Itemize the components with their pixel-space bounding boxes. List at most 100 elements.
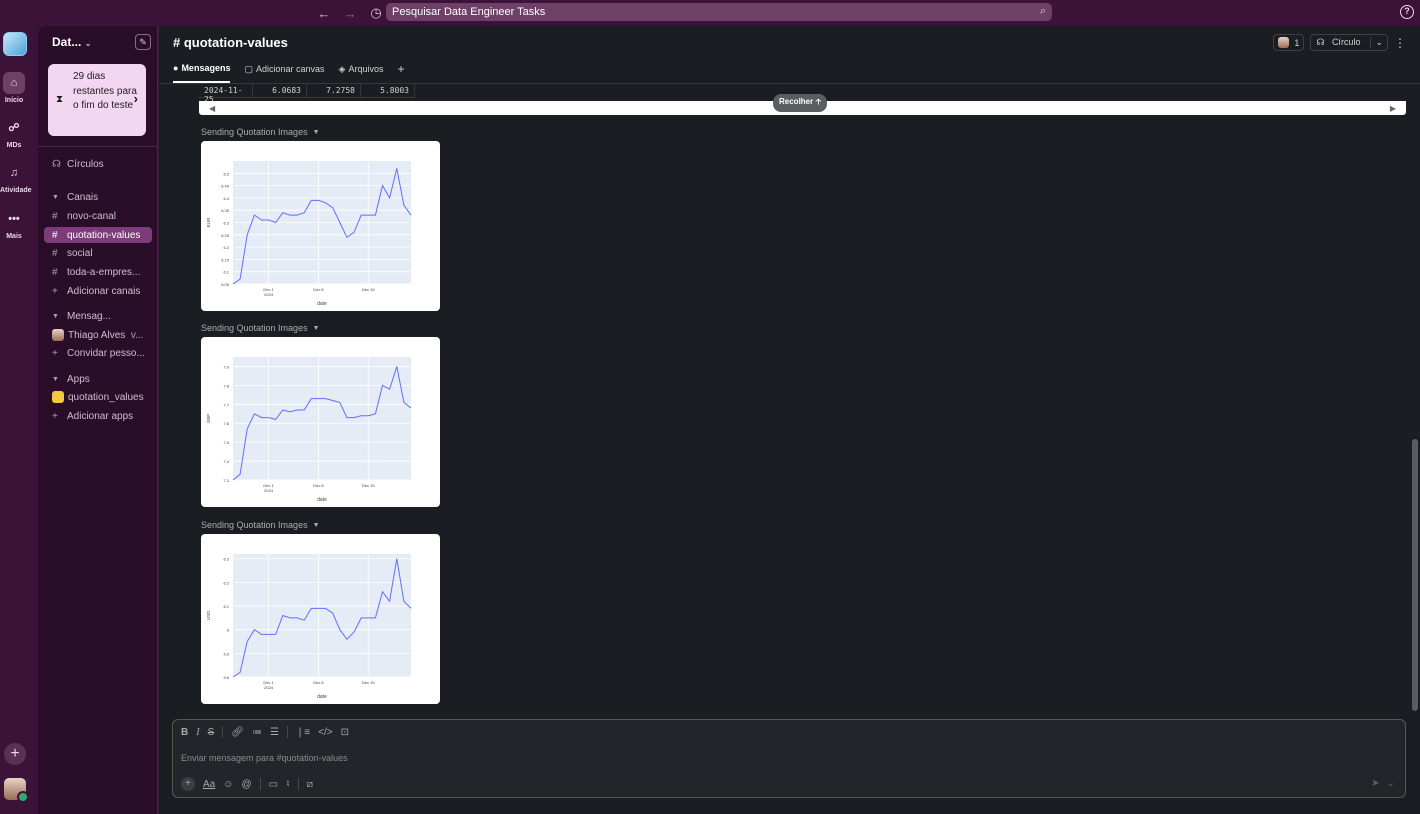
chart-image-eur[interactable]: 6.05 6.1 6.15 6.2 6.25 6.3 6.35 6.4 6.45 6.5 Dec 1…	[201, 141, 440, 311]
sidebar-item-dm-thiago[interactable]: Thiago Alves v...	[44, 327, 152, 343]
message-3: Sending Quotation Images ▼ 5.8 5.9 6 6.1 6.2 6…	[201, 520, 440, 704]
message-input[interactable]: Enviar mensagem para #quotation-values	[181, 753, 348, 763]
workspace-rail: ⌂ Início ☍ MDs ♫ Atividade ••• Mais +	[0, 26, 38, 814]
y-tick-label: 7.7	[223, 402, 229, 407]
scroll-right-icon[interactable]: ▶	[1390, 104, 1396, 113]
forward-arrow-icon[interactable]: →	[342, 5, 358, 21]
avatar	[1278, 37, 1290, 48]
plot-area	[233, 554, 411, 677]
hash-icon: #	[52, 229, 58, 241]
rail-item-activity[interactable]: ♫ Atividade	[0, 162, 32, 194]
mention-icon[interactable]: @	[241, 779, 251, 790]
help-icon[interactable]: ?	[1400, 5, 1414, 19]
rail-item-dms[interactable]: ☍ MDs	[0, 117, 28, 149]
y-tick-label: 5.8	[223, 675, 229, 680]
x-tick-label: Dec 15	[362, 483, 375, 488]
trial-banner[interactable]: ⧗ 29 dias restantes para o fim do teste …	[48, 64, 146, 136]
channels-section-header[interactable]: ▼ Canais	[44, 189, 152, 205]
rail-item-home[interactable]: ⌂ Início	[0, 72, 28, 104]
dms-section-header[interactable]: ▼ Mensag...	[44, 308, 152, 324]
headphones-icon: ☊ Círculo	[1316, 37, 1361, 47]
chart-image-usd[interactable]: 5.8 5.9 6 6.1 6.2 6.3 Dec 1 2024 Dec 8 Dec 15 date…	[201, 534, 440, 704]
microphone-icon[interactable]: ♮	[286, 779, 290, 790]
y-tick-label: 7.6	[223, 421, 229, 426]
rail-item-more[interactable]: ••• Mais	[0, 208, 28, 240]
channel-sidebar: Dat... ⌄ ✎ ⧗ 29 dias restantes para o fi…	[38, 26, 158, 814]
y-axis-label: GBP	[206, 414, 211, 424]
chevron-down-icon[interactable]: ⌄	[1387, 778, 1395, 789]
workspace-logo-icon[interactable]	[3, 32, 27, 56]
slash-command-icon[interactable]: ⧄	[307, 779, 313, 790]
code-block-icon[interactable]: ⊡	[341, 727, 349, 738]
compose-icon[interactable]: ✎	[135, 34, 151, 50]
more-dots-icon: •••	[8, 213, 20, 225]
workspace-name[interactable]: Dat... ⌄	[52, 35, 91, 49]
sidebar-item-huddles[interactable]: ☊ Círculos	[44, 156, 152, 172]
y-tick-label: 6.35	[221, 208, 230, 213]
message-label[interactable]: Sending Quotation Images ▼	[201, 127, 440, 137]
link-icon[interactable]: 🔗︎	[231, 727, 244, 738]
add-workspace-button[interactable]: +	[4, 743, 26, 765]
x-tick-label: Dec 8	[313, 680, 324, 685]
members-button[interactable]: 1	[1273, 34, 1305, 51]
sidebar-item-social[interactable]: # social	[44, 245, 152, 261]
search-input[interactable]: Pesquisar Data Engineer Tasks ⌕	[386, 3, 1052, 21]
scroll-left-icon[interactable]: ◀	[209, 104, 215, 113]
bullet-list-icon[interactable]: ☰	[270, 727, 279, 738]
vertical-scrollbar[interactable]	[1412, 439, 1418, 711]
emoji-icon[interactable]: ☺	[223, 779, 233, 790]
trial-text: 29 dias restantes para o fim do teste	[73, 71, 137, 111]
add-tab-button[interactable]: +	[397, 62, 404, 83]
video-icon[interactable]: ▭	[269, 779, 278, 790]
code-icon[interactable]: </>	[318, 727, 332, 738]
italic-icon[interactable]: I	[196, 727, 199, 738]
sidebar-item-novo-canal[interactable]: # novo-canal	[44, 208, 152, 224]
message-label[interactable]: Sending Quotation Images ▼	[201, 323, 440, 333]
chart-image-gbp[interactable]: 7.3 7.4 7.5 7.6 7.7 7.8 7.9 Dec 1 2024 Dec 8 Dec 1…	[201, 337, 440, 507]
send-icon[interactable]: ➤	[1371, 778, 1379, 789]
sidebar-item-app-quotation-values[interactable]: quotation_values	[44, 389, 152, 405]
channel-title[interactable]: # quotation-values	[173, 35, 288, 50]
bold-icon[interactable]: B	[181, 727, 188, 738]
huddle-button[interactable]: ☊ Círculo ⌄	[1310, 34, 1388, 51]
sidebar-item-toda-a-empresa[interactable]: # toda-a-empres...	[44, 264, 152, 280]
sidebar-item-quotation-values[interactable]: # quotation-values	[44, 227, 152, 243]
plus-icon: +	[52, 347, 58, 359]
history-nav: ← → ◷	[316, 5, 384, 21]
invite-people-button[interactable]: + Convidar pesso...	[44, 345, 152, 361]
more-vertical-icon[interactable]: ⋮	[1394, 36, 1406, 50]
formatting-toolbar: B I S 🔗︎ ≔ ☰ ❘≡ </> ⊡	[181, 726, 349, 738]
strikethrough-icon[interactable]: S	[208, 727, 215, 738]
x-tick-label: 2024	[264, 292, 274, 297]
add-apps-button[interactable]: + Adicionar apps	[44, 408, 152, 424]
composer-actions: + Aa ☺ @ ▭ ♮ ⧄	[181, 777, 313, 791]
blockquote-icon[interactable]: ❘≡	[296, 727, 310, 738]
x-axis-label: date	[317, 301, 327, 307]
attach-plus-icon[interactable]: +	[181, 777, 195, 791]
y-tick-label: 7.9	[223, 364, 229, 369]
add-channels-button[interactable]: + Adicionar canais	[44, 283, 152, 299]
channel-tabs: ● Mensagens ▢ Adicionar canvas ◈ Arquivos +	[173, 62, 404, 83]
user-avatar[interactable]	[4, 778, 29, 803]
y-tick-label: 6.05	[221, 282, 230, 287]
tab-add-canvas[interactable]: ▢ Adicionar canvas	[244, 62, 324, 83]
chevron-down-icon[interactable]: ⌄	[1370, 37, 1387, 48]
x-tick-label: 2024	[264, 488, 274, 493]
history-clock-icon[interactable]: ◷	[368, 5, 384, 21]
apps-section-header[interactable]: ▼ Apps	[44, 371, 152, 387]
tab-files[interactable]: ◈ Arquivos	[339, 62, 384, 83]
caret-down-icon: ▼	[52, 375, 59, 383]
caret-down-icon: ▼	[52, 193, 59, 201]
ordered-list-icon[interactable]: ≔	[252, 727, 262, 738]
message-2: Sending Quotation Images ▼ 7.3 7.4 7.5 7.6 7.…	[201, 323, 440, 507]
channel-header-actions: 1 ☊ Círculo ⌄ ⋮	[1273, 34, 1406, 51]
tab-messages[interactable]: ● Mensagens	[173, 62, 231, 83]
collapse-button[interactable]: Recolher 🡡	[773, 94, 828, 112]
y-tick-label: 7.4	[223, 459, 229, 464]
canvas-icon: ▢	[244, 63, 253, 74]
caret-down-icon: ▼	[312, 128, 320, 136]
message-label[interactable]: Sending Quotation Images ▼	[201, 520, 440, 530]
message-composer: B I S 🔗︎ ≔ ☰ ❘≡ </> ⊡ Enviar mensagem pa…	[172, 719, 1406, 798]
text-format-icon[interactable]: Aa	[203, 779, 215, 790]
back-arrow-icon[interactable]: ←	[316, 5, 332, 21]
